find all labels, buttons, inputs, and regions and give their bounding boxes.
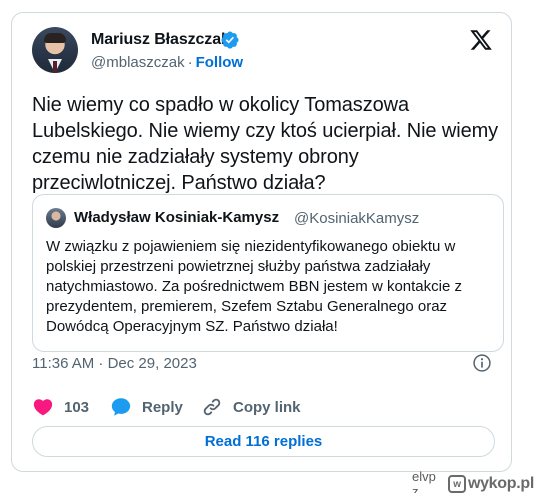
tweet-timestamp[interactable]: 11:36 AM · Dec 29, 2023 [32, 355, 197, 372]
like-button[interactable]: 103 [32, 396, 89, 418]
author-avatar[interactable] [32, 27, 78, 73]
wykop-logo: w wykop.pl [447, 475, 534, 493]
wykop-logo-icon: w [447, 475, 466, 493]
tweet-text: Nie wiemy co spadło w okolicy Tomaszowa … [32, 94, 499, 194]
copy-link-label: Copy link [233, 398, 301, 416]
reply-label: Reply [142, 398, 183, 416]
heart-icon [33, 399, 53, 416]
wykop-watermark: elvp z w wykop.pl [412, 469, 534, 493]
verified-badge-icon [221, 31, 239, 49]
read-replies-button[interactable]: Read 116 replies [32, 426, 495, 457]
watermark-site: wykop.pl [467, 475, 534, 492]
author-handle[interactable]: @mblaszczak [91, 54, 185, 71]
watermark-user: elvp z [412, 469, 436, 493]
quoted-tweet[interactable]: Władysław Kosiniak-Kamysz @KosiniakKamys… [32, 194, 504, 352]
quoted-tweet-text: W związku z pojawieniem się niezidentyfi… [46, 238, 462, 335]
author-handle-row: @mblaszczak · Follow [91, 54, 243, 71]
separator-dot: · [187, 54, 193, 71]
reply-button[interactable]: Reply [110, 396, 183, 418]
info-icon[interactable] [472, 353, 492, 373]
speech-bubble-icon [111, 398, 131, 416]
like-count: 103 [64, 398, 90, 416]
quoted-author-handle[interactable]: @KosiniakKamysz [294, 210, 419, 227]
quoted-author-avatar[interactable] [46, 208, 66, 228]
quoted-author-name[interactable]: Władysław Kosiniak-Kamysz [74, 209, 279, 226]
author-name[interactable]: Mariusz Błaszczak [91, 31, 230, 49]
copy-link-button[interactable]: Copy link [201, 396, 301, 418]
follow-button[interactable]: Follow [196, 54, 244, 71]
x-logo-icon[interactable] [468, 28, 494, 52]
link-icon [203, 398, 221, 416]
tweet-card: Mariusz Błaszczak @mblaszczak · Follow Nie… [11, 12, 512, 472]
